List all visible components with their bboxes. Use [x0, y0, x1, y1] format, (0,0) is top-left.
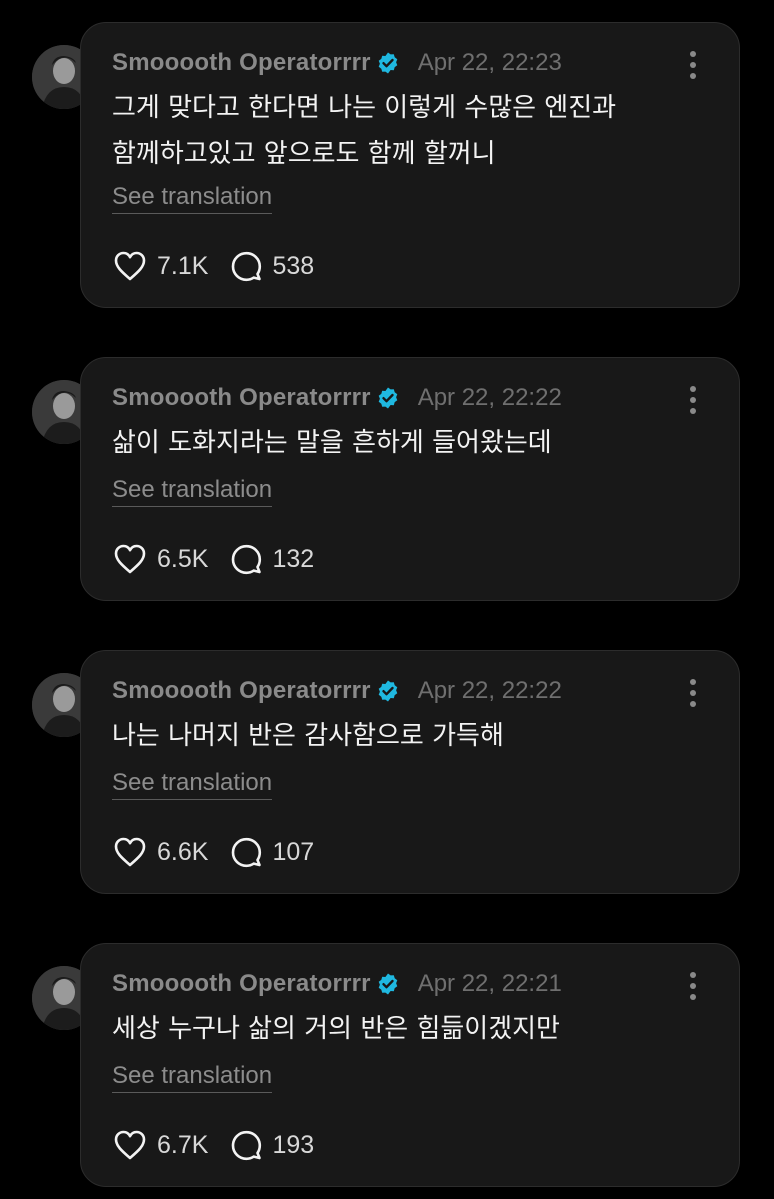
username[interactable]: Smooooth Operatorrrr: [112, 677, 371, 705]
post-body[interactable]: Smooooth Operatorrrr Apr 22, 22:22 삶이 도화…: [80, 357, 740, 601]
post-actions: 7.1K 538: [113, 249, 314, 283]
post-text-line: 세상 누구나 삶의 거의 반은 힘듦이겠지만: [112, 1014, 560, 1044]
post-header: Smooooth Operatorrrr Apr 22, 22:21: [112, 968, 562, 1000]
reply-count: 132: [272, 544, 315, 573]
more-options-button[interactable]: [687, 51, 699, 79]
more-options-button[interactable]: [687, 679, 699, 707]
reply-count: 538: [272, 251, 315, 280]
like-button[interactable]: 6.6K: [113, 836, 208, 868]
speech-bubble-icon: [232, 544, 262, 575]
post-body[interactable]: Smooooth Operatorrrr Apr 22, 22:22 나는 나머…: [80, 650, 740, 894]
username[interactable]: Smooooth Operatorrrr: [112, 384, 371, 412]
see-translation-link[interactable]: See translation: [112, 769, 273, 800]
post-timestamp: Apr 22, 22:21: [417, 970, 562, 997]
like-button[interactable]: 6.5K: [113, 543, 208, 575]
verified-badge-icon: [378, 52, 397, 74]
more-vertical-icon: [690, 679, 696, 685]
see-translation-link[interactable]: See translation: [112, 183, 273, 214]
heart-icon: [114, 544, 146, 574]
verified-badge-icon: [378, 973, 397, 995]
post-text-line: 함께하고있고 앞으로도 함께 할꺼니: [112, 139, 496, 169]
post-text-line: 그게 맞다고 한다면 나는 이렇게 수많은 엔진과: [112, 93, 617, 123]
like-button[interactable]: 6.7K: [113, 1129, 208, 1161]
post-actions: 6.6K 107: [113, 835, 314, 869]
verified-badge-icon: [378, 680, 397, 702]
more-options-button[interactable]: [687, 972, 699, 1000]
see-translation-link[interactable]: See translation: [112, 476, 273, 507]
post-text: 그게 맞다고 한다면 나는 이렇게 수많은 엔진과 함께하고있고 앞으로도 함께…: [112, 85, 692, 177]
post-text-line: 나는 나머지 반은 감사함으로 가득해: [112, 721, 504, 751]
post-body[interactable]: Smooooth Operatorrrr Apr 22, 22:23 그게 맞다…: [80, 22, 740, 308]
post-text-line: 삶이 도화지라는 말을 흔하게 들어왔는데: [112, 428, 552, 458]
post-text: 세상 누구나 삶의 거의 반은 힘듦이겠지만: [112, 1006, 692, 1052]
heart-icon: [114, 837, 146, 867]
verified-badge-icon: [378, 387, 397, 409]
reply-button[interactable]: 538: [230, 250, 314, 282]
username[interactable]: Smooooth Operatorrrr: [112, 49, 371, 77]
speech-bubble-icon: [232, 837, 262, 868]
like-count: 7.1K: [157, 251, 209, 280]
speech-bubble-icon: [232, 1130, 262, 1161]
speech-bubble-icon: [232, 251, 262, 282]
post-timestamp: Apr 22, 22:23: [417, 49, 562, 76]
like-count: 6.7K: [157, 1130, 209, 1159]
post-timestamp: Apr 22, 22:22: [417, 384, 562, 411]
heart-icon: [114, 1130, 146, 1160]
reply-button[interactable]: 132: [230, 543, 314, 575]
post-body[interactable]: Smooooth Operatorrrr Apr 22, 22:21 세상 누구…: [80, 943, 740, 1187]
post-text: 삶이 도화지라는 말을 흔하게 들어왔는데: [112, 420, 692, 466]
reply-button[interactable]: 193: [230, 1129, 314, 1161]
like-button[interactable]: 7.1K: [113, 250, 208, 282]
reply-count: 193: [272, 1130, 315, 1159]
username[interactable]: Smooooth Operatorrrr: [112, 970, 371, 998]
more-vertical-icon: [690, 972, 696, 978]
more-vertical-icon: [690, 386, 696, 392]
post-timestamp: Apr 22, 22:22: [417, 677, 562, 704]
post-header: Smooooth Operatorrrr Apr 22, 22:23: [112, 47, 562, 79]
post-actions: 6.5K 132: [113, 542, 314, 576]
reply-button[interactable]: 107: [230, 836, 314, 868]
post-header: Smooooth Operatorrrr Apr 22, 22:22: [112, 382, 562, 414]
more-options-button[interactable]: [687, 386, 699, 414]
more-vertical-icon: [690, 51, 696, 57]
post-actions: 6.7K 193: [113, 1128, 314, 1162]
post-text: 나는 나머지 반은 감사함으로 가득해: [112, 713, 692, 759]
like-count: 6.6K: [157, 837, 209, 866]
like-count: 6.5K: [157, 544, 209, 573]
heart-icon: [114, 251, 146, 281]
post-header: Smooooth Operatorrrr Apr 22, 22:22: [112, 675, 562, 707]
see-translation-link[interactable]: See translation: [112, 1062, 273, 1093]
reply-count: 107: [272, 837, 315, 866]
